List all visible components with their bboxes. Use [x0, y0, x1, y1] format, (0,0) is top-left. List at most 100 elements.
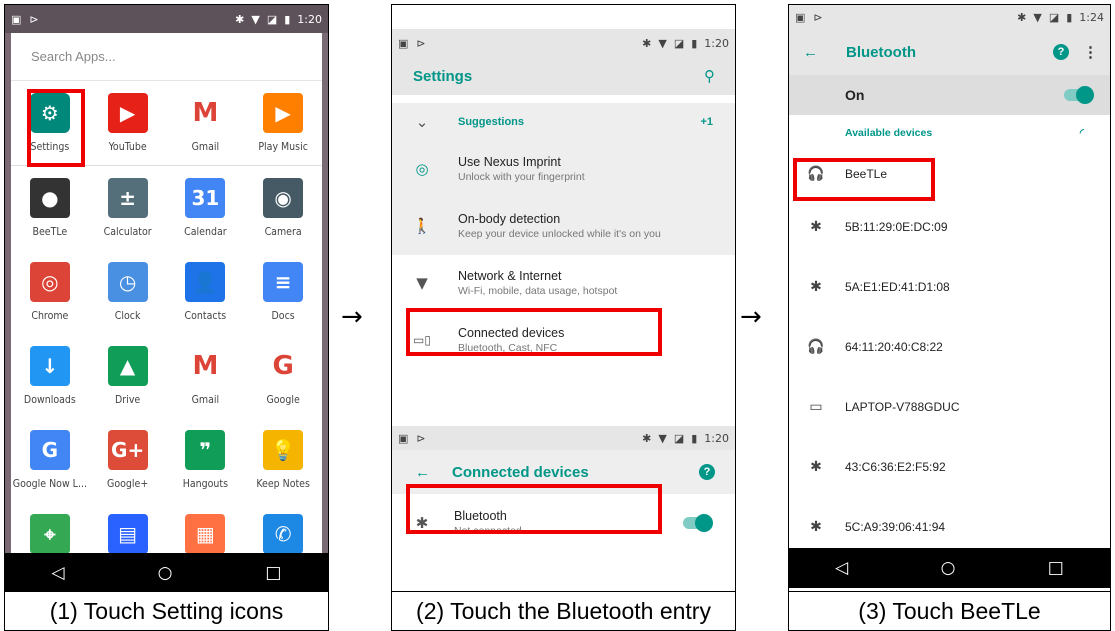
app-google-[interactable]: G+ Google+: [89, 418, 167, 502]
on-label: On: [845, 87, 865, 103]
panel-settings: ▣ ⊳ ✱ ▼ ◪ ▮ 1:20 Settings ⚲ ⌄ Suggestions +1 …: [391, 4, 736, 631]
search-apps-input[interactable]: Search Apps...: [11, 33, 322, 81]
app-clock[interactable]: ◷ Clock: [89, 250, 167, 334]
chevron-down-icon: ⌄: [415, 113, 429, 131]
fingerprint-icon: ◎: [415, 160, 429, 178]
arrow-right-icon: →: [740, 302, 762, 332]
headphones-icon: 🎧: [807, 339, 825, 355]
app-gmail[interactable]: M Gmail: [167, 334, 245, 418]
bluetooth-toggle[interactable]: [683, 514, 713, 532]
battery-status-icon: ▮: [691, 36, 698, 50]
search-icon[interactable]: ⚲: [704, 67, 715, 85]
app-label: Gmail: [191, 141, 220, 153]
device-list: 🎧 BeeTLe ✱ 5B:11:29:0E:DC:09 ✱ 5A:E1:ED:41:D1…: [789, 151, 1110, 557]
caption-3: (3) Touch BeeTLe: [789, 591, 1110, 630]
network-internet-row[interactable]: ▼ Network & Internet Wi-Fi, mobile, data …: [392, 255, 735, 311]
youtube-icon: ▶: [107, 93, 148, 133]
bluetooth-icon: ✱: [810, 519, 822, 535]
gmail-icon: M: [185, 93, 226, 133]
app-google[interactable]: G Google: [244, 334, 322, 418]
connected-devices-page-title: Connected devices: [452, 463, 589, 481]
wifi-status-icon: ▼: [1033, 10, 1042, 24]
app-calculator[interactable]: ± Calculator: [89, 166, 167, 250]
app-label: Camera: [264, 226, 302, 238]
maps-icon: ⌖: [29, 514, 70, 554]
home-icon[interactable]: ○: [158, 563, 173, 583]
app-label: Downloads: [23, 394, 76, 406]
app-label: Keep Notes: [256, 478, 310, 490]
app-play-music[interactable]: ▶ Play Music: [244, 81, 322, 165]
play-music-icon: ▶: [263, 93, 304, 133]
app-drive[interactable]: ▲ Drive: [89, 334, 167, 418]
app-contacts[interactable]: 👤 Contacts: [167, 250, 245, 334]
bluetooth-status-icon: ✱: [1017, 10, 1027, 24]
on-body-subtitle: Keep your device unlocked while it's on …: [458, 228, 661, 240]
wifi-status-icon: ▼: [658, 36, 667, 50]
status-bar: ▣ ⊳ ✱ ▼ ◪ ▮ 1:24: [789, 5, 1110, 29]
nexus-imprint-row[interactable]: ◎ Use Nexus Imprint Unlock with your fing…: [392, 141, 735, 197]
phone-icon: ✆: [263, 514, 304, 554]
app-youtube[interactable]: ▶ YouTube: [89, 81, 167, 165]
device-row[interactable]: ✱ 5A:E1:ED:41:D1:08: [789, 257, 1110, 317]
device-row[interactable]: 🎧 64:11:20:40:C8:22: [789, 317, 1110, 377]
status-time: 1:24: [1079, 10, 1104, 24]
network-title: Network & Internet: [458, 269, 562, 283]
signal-status-icon: ◪: [673, 36, 685, 50]
app-gmail[interactable]: M Gmail: [167, 81, 245, 165]
app-label: Gmail: [191, 394, 220, 406]
image-notification-icon: ▣: [398, 36, 409, 50]
recents-icon[interactable]: □: [265, 563, 281, 583]
on-body-detection-row[interactable]: 🚶 On-body detection Keep your device unlo…: [392, 197, 735, 255]
highlight-settings: [27, 89, 85, 167]
highlight-beetle: [793, 158, 935, 201]
recents-icon[interactable]: □: [1048, 558, 1064, 578]
app-keep-notes[interactable]: 💡 Keep Notes: [244, 418, 322, 502]
back-arrow-icon[interactable]: ←: [415, 464, 430, 481]
app-calendar[interactable]: 31 Calendar: [167, 166, 245, 250]
play-store-notification-icon: ⊳: [813, 10, 823, 24]
status-time: 1:20: [704, 36, 729, 50]
bluetooth-toggle[interactable]: [1064, 86, 1094, 104]
google-plus-icon: G+: [107, 430, 148, 470]
bluetooth-status-icon: ✱: [642, 431, 652, 445]
help-icon[interactable]: ?: [1053, 44, 1069, 60]
play-store-notification-icon: ⊳: [416, 36, 426, 50]
back-icon[interactable]: ◁: [52, 563, 65, 583]
back-icon[interactable]: ◁: [835, 558, 848, 578]
app-hangouts[interactable]: ❞ Hangouts: [167, 418, 245, 502]
settings-app-bar: Settings ⚲: [392, 57, 735, 95]
device-name: 64:11:20:40:C8:22: [845, 340, 943, 354]
beetle-icon: ●: [29, 178, 70, 218]
downloads-icon: ↓: [29, 346, 70, 386]
app-chrome[interactable]: ◎ Chrome: [11, 250, 89, 334]
page-title: Bluetooth: [846, 43, 916, 61]
laptop-icon: ▭: [809, 399, 823, 415]
more-options-icon[interactable]: ⋮: [1083, 43, 1098, 61]
app-label: Hangouts: [182, 478, 229, 490]
arrow-right-icon: →: [341, 302, 363, 332]
available-devices-header: Available devices ◜: [789, 115, 1110, 151]
app-camera[interactable]: ◉ Camera: [244, 166, 322, 250]
help-icon[interactable]: ?: [699, 464, 715, 480]
device-name: 5C:A9:39:06:41:94: [845, 520, 946, 534]
news-icon: ▦: [185, 514, 226, 554]
app-docs[interactable]: ≡ Docs: [244, 250, 322, 334]
app-label: Google+: [107, 478, 149, 490]
google-icon: G: [263, 346, 304, 386]
home-icon[interactable]: ○: [941, 558, 956, 578]
app-beetle[interactable]: ● BeeTLe: [11, 166, 89, 250]
status-bar: ▣ ⊳ ✱ ▼ ◪ ▮ 1:20: [392, 29, 735, 57]
bluetooth-on-row[interactable]: On: [789, 75, 1110, 115]
app-downloads[interactable]: ↓ Downloads: [11, 334, 89, 418]
back-arrow-icon[interactable]: ←: [803, 44, 818, 61]
suggestions-row[interactable]: ⌄ Suggestions +1: [392, 103, 735, 141]
device-row[interactable]: ✱ 5B:11:29:0E:DC:09: [789, 197, 1110, 257]
hangouts-icon: ❞: [185, 430, 226, 470]
device-row[interactable]: ✱ 43:C6:36:E2:F5:92: [789, 437, 1110, 497]
app-label: Calculator: [103, 226, 152, 238]
device-row[interactable]: ▭ LAPTOP-V788GDUC: [789, 377, 1110, 437]
app-google-now-l-[interactable]: G Google Now L...: [11, 418, 89, 502]
status-bar: ▣ ⊳ ✱ ▼ ◪ ▮ 1:20: [392, 426, 735, 450]
image-notification-icon: ▣: [11, 12, 22, 26]
wifi-icon: ▼: [416, 274, 428, 292]
